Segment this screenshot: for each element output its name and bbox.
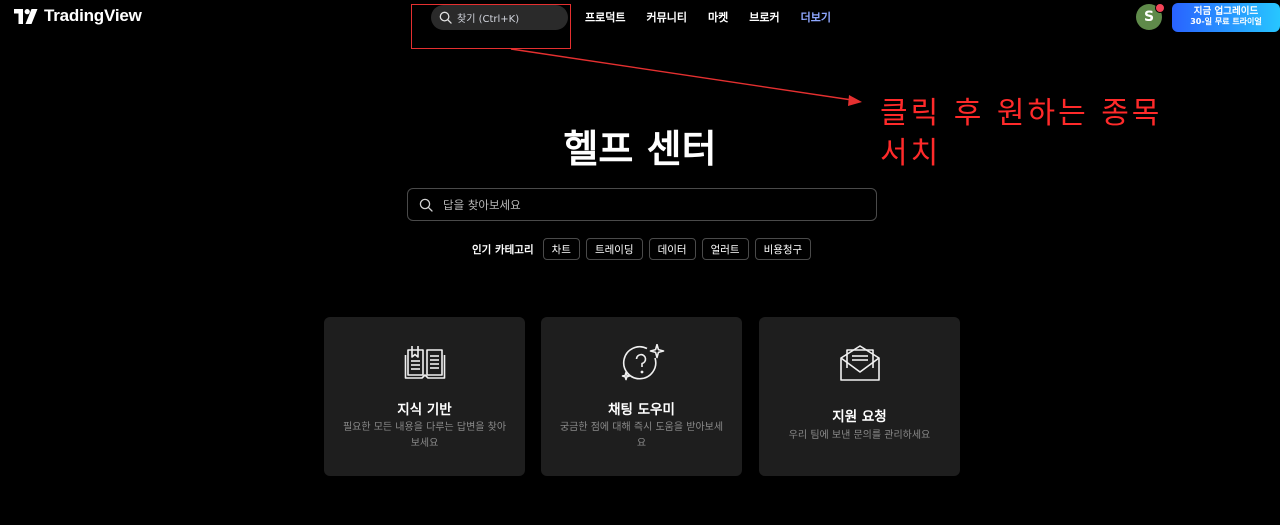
card-description: 필요한 모든 내용을 다루는 답변을 찾아보세요 [342,422,507,449]
card-title: 지식 기반 [397,402,452,418]
search-icon [419,198,433,212]
category-chip-chart[interactable]: 차트 [542,238,580,260]
help-search-input[interactable] [441,196,865,213]
envelope-icon [840,345,880,381]
popular-categories: 인기 카테고리 차트 트레이딩 데이터 얼러트 비용청구 [472,238,817,260]
question-sparkle-icon [621,344,665,381]
card-title: 채팅 도우미 [608,402,675,418]
popular-categories-label: 인기 카테고리 [472,243,534,256]
card-title: 지원 요청 [832,409,887,425]
category-chip-trading[interactable]: 트레이딩 [585,238,643,260]
card-description: 궁금한 점에 대해 즉시 도움을 받아보세요 [559,422,724,449]
book-icon [404,346,446,379]
page-title: 헬프 센터 [563,127,717,171]
category-chip-data[interactable]: 데이터 [648,238,696,260]
card-chat-assistant[interactable]: 채팅 도우미 궁금한 점에 대해 즉시 도움을 받아보세요 [541,317,742,476]
category-chip-billing[interactable]: 비용청구 [754,238,812,260]
help-search-box[interactable] [407,188,877,221]
category-chip-alerts[interactable]: 얼러트 [701,238,749,260]
card-description: 우리 팀에 보낸 문의를 관리하세요 [788,430,931,441]
card-support-request[interactable]: 지원 요청 우리 팀에 보낸 문의를 관리하세요 [759,317,960,476]
card-knowledge-base[interactable]: 지식 기반 필요한 모든 내용을 다루는 답변을 찾아보세요 [324,317,525,476]
